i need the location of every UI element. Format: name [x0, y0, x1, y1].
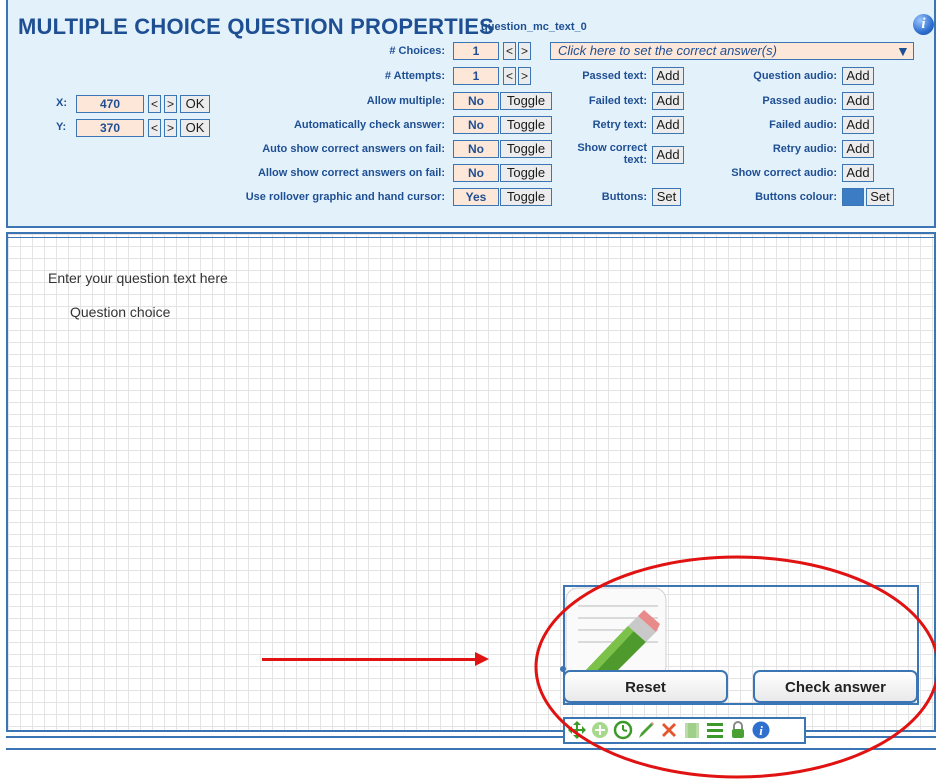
- passed-audio-label: Passed audio:: [762, 95, 837, 107]
- panel-title: MULTIPLE CHOICE QUESTION PROPERTIES: [18, 14, 494, 39]
- passed-text-label: Passed text:: [582, 70, 647, 82]
- annotation-arrow-head: [475, 652, 489, 666]
- auto-show-toggle-button[interactable]: Toggle: [500, 140, 552, 158]
- auto-check-label: Automatically check answer:: [293, 119, 445, 131]
- buttons-label: Buttons:: [601, 191, 647, 203]
- stage-divider: [6, 237, 936, 238]
- allow-show-value: No: [453, 164, 499, 182]
- show-correct-text-add-button[interactable]: Add: [652, 146, 684, 164]
- buttons-colour-swatch[interactable]: [842, 188, 864, 206]
- y-decrement-button[interactable]: <: [148, 119, 161, 137]
- attempts-input[interactable]: 1: [453, 67, 499, 85]
- info-icon[interactable]: i: [913, 14, 934, 35]
- retry-text-add-button[interactable]: Add: [652, 116, 684, 134]
- rollover-label: Use rollover graphic and hand cursor:: [245, 191, 445, 203]
- rollover-value: Yes: [453, 188, 499, 206]
- correct-answer-placeholder[interactable]: Click here to set the correct answer(s): [558, 43, 777, 58]
- question-audio-label: Question audio:: [753, 70, 837, 82]
- show-correct-audio-add-button[interactable]: Add: [842, 164, 874, 182]
- failed-audio-add-button[interactable]: Add: [842, 116, 874, 134]
- allow-multiple-label: Allow multiple:: [366, 95, 445, 107]
- attempts-increment-button[interactable]: >: [518, 67, 531, 85]
- auto-show-label: Auto show correct answers on fail:: [262, 143, 445, 155]
- failed-audio-label: Failed audio:: [769, 119, 837, 131]
- failed-text-add-button[interactable]: Add: [652, 92, 684, 110]
- x-increment-button[interactable]: >: [164, 95, 177, 113]
- attempts-decrement-button[interactable]: <: [503, 67, 516, 85]
- choices-increment-button[interactable]: >: [518, 42, 531, 60]
- question-audio-add-button[interactable]: Add: [842, 67, 874, 85]
- failed-text-label: Failed text:: [588, 95, 647, 107]
- buttons-set-button[interactable]: Set: [652, 188, 681, 206]
- allow-show-toggle-button[interactable]: Toggle: [500, 164, 552, 182]
- show-correct-text-label-line2: text:: [623, 154, 647, 166]
- choices-input[interactable]: 1: [453, 42, 499, 60]
- x-label: X:: [56, 97, 67, 109]
- panel-subtitle: question_mc_text_0: [481, 21, 587, 33]
- retry-text-label: Retry text:: [592, 119, 647, 131]
- buttons-colour-label: Buttons colour:: [755, 191, 837, 203]
- x-input[interactable]: 470: [76, 95, 144, 113]
- retry-audio-add-button[interactable]: Add: [842, 140, 874, 158]
- retry-audio-label: Retry audio:: [772, 143, 837, 155]
- annotation-arrow-line: [262, 658, 477, 661]
- buttons-colour-set-button[interactable]: Set: [866, 188, 894, 206]
- passed-text-add-button[interactable]: Add: [652, 67, 684, 85]
- annotation-ellipse: [534, 555, 936, 779]
- x-decrement-button[interactable]: <: [148, 95, 161, 113]
- allow-show-label: Allow show correct answers on fail:: [257, 167, 445, 179]
- auto-check-toggle-button[interactable]: Toggle: [500, 116, 552, 134]
- rollover-toggle-button[interactable]: Toggle: [500, 188, 552, 206]
- choices-decrement-button[interactable]: <: [503, 42, 516, 60]
- question-text[interactable]: Enter your question text here: [48, 270, 228, 286]
- y-input[interactable]: 370: [76, 119, 144, 137]
- auto-check-value: No: [453, 116, 499, 134]
- allow-multiple-value: No: [453, 92, 499, 110]
- chevron-down-icon[interactable]: ▼: [896, 43, 910, 59]
- attempts-label: # Attempts:: [384, 70, 445, 82]
- choices-label: # Choices:: [389, 45, 445, 57]
- show-correct-text-label-line1: Show correct: [577, 142, 647, 154]
- y-increment-button[interactable]: >: [164, 119, 177, 137]
- y-label: Y:: [56, 121, 67, 133]
- auto-show-value: No: [453, 140, 499, 158]
- allow-multiple-toggle-button[interactable]: Toggle: [500, 92, 552, 110]
- question-choice[interactable]: Question choice: [70, 304, 170, 320]
- show-correct-audio-label: Show correct audio:: [731, 167, 837, 179]
- passed-audio-add-button[interactable]: Add: [842, 92, 874, 110]
